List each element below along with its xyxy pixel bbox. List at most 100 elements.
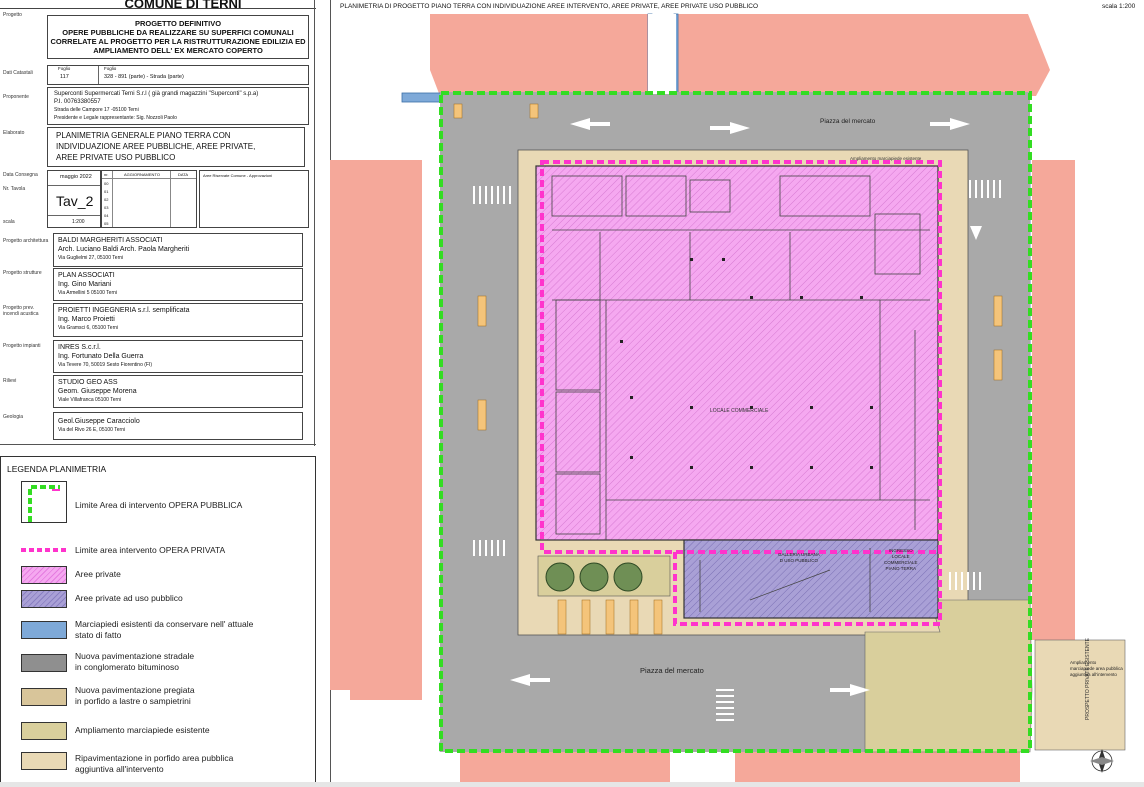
proponente-box: Superconti Supermercati Terni S.r.l ( gi… [47,87,309,125]
divider [48,215,100,216]
proponente-line-3: Strada delle Campore 17 -05100 Terni [54,107,139,113]
foglio-value: 117 [60,74,69,80]
ingresso-line: PIANO TERRA [885,566,916,571]
street-label-south: Piazza del mercato [640,666,704,675]
legend-line: Ripavimentazione in porfido area pubblic… [75,753,234,763]
particelle-label: Foglio [104,66,117,71]
top-note: Ampliamento marciapiede esistente [850,156,922,161]
legend-text-porphyry: Nuova pavimentazione pregiata in porfido… [75,685,195,707]
divider [170,171,171,227]
progetto-line-1: PROGETTO DEFINITIVO [134,19,222,28]
rev-number: 04 [104,213,109,218]
street-label-north: Piazza del mercato [820,118,876,125]
label-proponente: Proponente [3,94,29,100]
legend-text-private-limit: Limite area intervento OPERA PRIVATA [75,545,226,555]
tavola-value: Tav_2 [56,193,94,209]
legend-text-private: Aree private [75,569,121,579]
rev-number: 03 [104,205,109,210]
impianti-line-3: Via Tevere 70, 50019 Sesto Fiorentino (F… [58,362,153,368]
private-area [535,165,939,541]
label-architettura: Progetto architettura [3,238,49,244]
data-consegna-value: maggio 2022 [60,174,92,180]
annotation-line: aggiuntiva all'intervento [1070,672,1117,677]
label-rilievi: Rilievi [3,378,17,384]
legend-line: in porfido a lastre o sampietrini [75,696,191,706]
title-block: COMUNE DI TERNI Progetto PROGETTO DEFINI… [0,0,316,452]
label-tavola: Nr. Tavola [3,186,26,192]
legend-title: LEGENDA PLANIMETRIA [7,464,107,474]
divider [98,66,99,84]
architettura-line-2: Arch. Luciano Baldi Arch. Paola Margheri… [58,246,190,253]
label-elaborato: Elaborato [3,130,25,136]
impianti-box: INRES S.c.r.l. Ing. Fortunato Della Guer… [53,340,303,373]
divider [314,0,315,446]
progetto-line-2: OPERE PUBBLICHE DA REALIZZARE SU SUPERFI… [62,28,294,37]
legend-line: Nuova pavimentazione stradale [75,651,195,661]
status-bar [0,782,1144,787]
legend-text-ext-sidewalk: Ampliamento marciapiede esistente [75,725,210,735]
elaborato-line-3: AREE PRIVATE USO PUBBLICO [56,153,176,162]
label-strutture: Progetto strutture [3,270,42,276]
particelle-value: 328 - 891 (parte) - Strada (parte) [104,74,184,80]
tavola-box: maggio 2022 Tav_2 1:200 [47,170,101,228]
legend-panel: LEGENDA PLANIMETRIA Limite Area di inter… [0,456,316,787]
rilievi-box: STUDIO GEO ASS Geom. Giuseppe Morena Via… [53,375,303,408]
label-geologia: Geologia [3,414,24,420]
legend-line: in conglomerato bituminoso [75,662,179,672]
proponente-line-4: Presidente e Legale rappresentante: Sig.… [54,115,177,121]
rilievi-line-1: STUDIO GEO ASS [58,379,118,386]
rev-number: 02 [104,197,109,202]
proponente-line-1: Superconti Supermercati Terni S.r.l ( gi… [54,91,259,97]
elaborato-box: PLANIMETRIA GENERALE PIANO TERRA CON IND… [47,127,305,167]
rev-number: 01 [104,189,109,194]
divider [0,8,316,9]
architettura-line-3: Via Guglielmi 27, 05100 Terni [58,255,124,261]
divider [48,185,100,186]
architettura-line-1: BALDI MARGHERITI ASSOCIATI [58,237,163,244]
legend-line: aggiuntiva all'intervento [75,764,164,774]
street-north [648,14,676,94]
legend-text-asphalt: Nuova pavimentazione stradale in conglom… [75,651,194,673]
rev-header-aggiornamento: AGGIORNAMENTO [124,172,160,177]
legend-text-private-public: Aree private ad uso pubblico [75,593,183,603]
antincendio-line-3: Via Gramsci 6, 05100 Terni [58,325,119,331]
architettura-box: BALDI MARGHERITI ASSOCIATI Arch. Luciano… [53,233,303,267]
rev-header-data: DATA [178,172,189,177]
legend-swatch-private-limit [21,548,67,552]
side-note: PROSPETTO PRIVATE ESISTENTE [1085,638,1091,720]
geologia-box: Geol.Giuseppe Caracciolo Via del Rivo 26… [53,412,303,440]
scala-value: 1:200 [72,219,85,225]
locale-commerciale-label: LOCALE COMMERCIALE [710,408,769,414]
label-impianti: Progetto impianti [3,343,41,349]
divider [102,178,196,179]
legend-line: Marciapiedi esistenti da conservare nell… [75,619,254,629]
divider [112,171,113,227]
rev-header-nr: nr. [104,172,109,177]
planters [537,555,671,597]
legend-swatch-private-public [21,590,67,608]
repaving-area [1034,639,1126,751]
impianti-line-2: Ing. Fortunato Della Guerra [58,353,144,360]
rev-numbers: 00 01 02 03 04 05 [104,180,108,228]
elaborato-line-1: PLANIMETRIA GENERALE PIANO TERRA CON [56,131,231,140]
legend-swatch-porphyry [21,688,67,706]
impianti-line-1: INRES S.c.r.l. [58,344,101,351]
approvazioni-label: Aree Riservate Comune - Approvazioni [203,173,273,178]
strutture-line-1: PLAN ASSOCIATI [58,272,115,279]
galleria-label: GALLERIA URBANA D USO PUBBLICO [778,552,820,564]
rev-number: 05 [104,221,109,226]
annotation-right: Ampliamento marciapiede area pubblica ag… [1070,660,1123,678]
foglio-label: Foglio [58,66,71,71]
strutture-line-3: Via Armellini 5 05100 Terni [58,290,118,296]
antincendio-line-1: PROIETTI INGEGNERIA s.r.l. semplificata [58,307,190,314]
progetto-line-3: CORRELATE AL PROGETTO PER LA RISTRUTTURA… [50,37,306,46]
geologia-line-2: Via del Rivo 26 E, 05100 Terni [58,427,126,433]
rev-number: 00 [104,181,109,186]
label-antincendio: Progetto prev. incendi acustica [3,305,39,317]
catastali-box: Foglio 117 Foglio 328 - 891 (parte) - St… [47,65,309,85]
legend-swatch-private [21,566,67,584]
legend-swatch-ext-sidewalk [21,722,67,740]
legend-text-repaving: Ripavimentazione in porfido area pubblic… [75,753,233,775]
plan-drawing [330,13,1126,787]
legend-text-sidewalk: Marciapiedi esistenti da conservare nell… [75,619,253,641]
